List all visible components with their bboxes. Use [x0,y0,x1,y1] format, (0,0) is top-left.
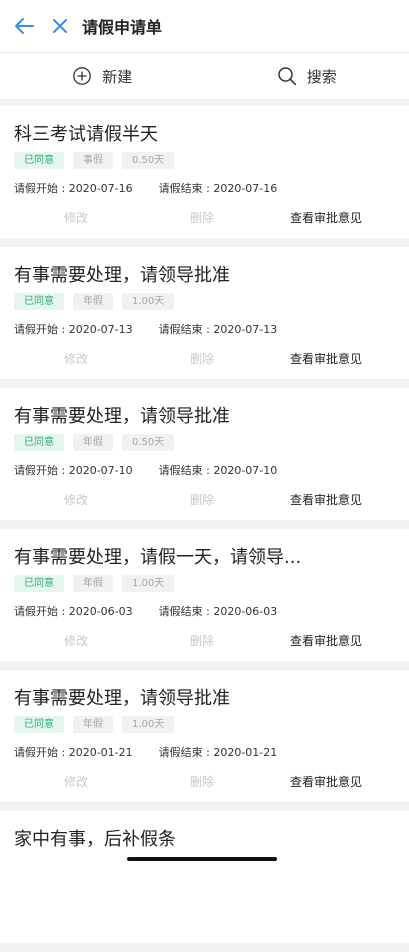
leave-request-card[interactable]: 家中有事，后补假条 [0,811,409,943]
view-approval-button[interactable]: 查看审批意见 [290,773,362,790]
app-header: 请假申请单 [0,0,409,52]
leave-type-badge: 年假 [73,575,113,592]
date-row: 请假开始 : 2020-06-03 请假结束 : 2020-06-03 [14,603,277,619]
status-badge: 已同意 [14,434,64,451]
edit-button[interactable]: 修改 [64,491,88,508]
leave-type-badge: 年假 [73,434,113,451]
back-arrow-icon[interactable] [12,14,36,38]
leave-type-badge: 事假 [73,152,113,169]
end-date: 请假结束 : 2020-07-16 [159,180,278,196]
status-badge: 已同意 [14,152,64,169]
edit-button[interactable]: 修改 [64,632,88,649]
tag-row: 已同意 年假 0.50天 [14,434,183,451]
request-title: 有事需要处理，请假一天，请领导... [14,543,301,569]
duration-badge: 0.50天 [122,152,174,169]
action-row: 修改 删除 查看审批意见 [0,209,409,229]
new-button-label: 新建 [102,66,132,87]
leave-request-card[interactable]: 科三考试请假半天 已同意 事假 0.50天 请假开始 : 2020-07-16 … [0,106,409,238]
leave-request-card[interactable]: 有事需要处理，请假一天，请领导... 已同意 年假 1.00天 请假开始 : 2… [0,529,409,661]
date-row: 请假开始 : 2020-07-10 请假结束 : 2020-07-10 [14,462,277,478]
delete-button[interactable]: 删除 [190,350,214,367]
leave-request-list: 科三考试请假半天 已同意 事假 0.50天 请假开始 : 2020-07-16 … [0,106,409,952]
new-button[interactable]: 新建 [0,66,205,87]
edit-button[interactable]: 修改 [64,773,88,790]
view-approval-button[interactable]: 查看审批意见 [290,350,362,367]
action-row: 修改 删除 查看审批意见 [0,491,409,511]
leave-type-badge: 年假 [73,293,113,310]
delete-button[interactable]: 删除 [190,209,214,226]
date-row: 请假开始 : 2020-01-21 请假结束 : 2020-01-21 [14,744,277,760]
delete-button[interactable]: 删除 [190,773,214,790]
view-approval-button[interactable]: 查看审批意见 [290,632,362,649]
tag-row: 已同意 年假 1.00天 [14,293,183,310]
request-title: 有事需要处理，请领导批准 [14,684,230,710]
toolbar: 新建 搜索 [0,52,409,99]
start-date: 请假开始 : 2020-07-10 [14,462,133,478]
end-date: 请假结束 : 2020-01-21 [159,744,278,760]
leave-request-card[interactable]: 有事需要处理，请领导批准 已同意 年假 0.50天 请假开始 : 2020-07… [0,388,409,520]
duration-badge: 1.00天 [122,716,174,733]
action-row: 修改 删除 查看审批意见 [0,350,409,370]
date-row: 请假开始 : 2020-07-16 请假结束 : 2020-07-16 [14,180,277,196]
action-row: 修改 删除 查看审批意见 [0,773,409,793]
edit-button[interactable]: 修改 [64,209,88,226]
date-row: 请假开始 : 2020-07-13 请假结束 : 2020-07-13 [14,321,277,337]
edit-button[interactable]: 修改 [64,350,88,367]
tag-row: 已同意 年假 1.00天 [14,575,183,592]
close-icon[interactable] [50,16,70,36]
view-approval-button[interactable]: 查看审批意见 [290,209,362,226]
search-button[interactable]: 搜索 [205,66,409,87]
home-indicator [127,857,277,861]
delete-button[interactable]: 删除 [190,491,214,508]
plus-circle-icon [72,66,92,86]
action-row: 修改 删除 查看审批意见 [0,632,409,652]
request-title: 科三考试请假半天 [14,120,158,146]
search-icon [277,66,297,86]
end-date: 请假结束 : 2020-07-10 [159,462,278,478]
duration-badge: 1.00天 [122,293,174,310]
delete-button[interactable]: 删除 [190,632,214,649]
status-badge: 已同意 [14,575,64,592]
leave-request-card[interactable]: 有事需要处理，请领导批准 已同意 年假 1.00天 请假开始 : 2020-01… [0,670,409,802]
status-badge: 已同意 [14,716,64,733]
start-date: 请假开始 : 2020-06-03 [14,603,133,619]
request-title: 有事需要处理，请领导批准 [14,402,230,428]
search-button-label: 搜索 [307,66,337,87]
leave-request-card[interactable]: 有事需要处理，请领导批准 已同意 年假 1.00天 请假开始 : 2020-07… [0,247,409,379]
leave-type-badge: 年假 [73,716,113,733]
start-date: 请假开始 : 2020-07-16 [14,180,133,196]
duration-badge: 0.50天 [122,434,174,451]
status-badge: 已同意 [14,293,64,310]
tag-row: 已同意 事假 0.50天 [14,152,183,169]
end-date: 请假结束 : 2020-06-03 [159,603,278,619]
start-date: 请假开始 : 2020-07-13 [14,321,133,337]
start-date: 请假开始 : 2020-01-21 [14,744,133,760]
duration-badge: 1.00天 [122,575,174,592]
tag-row: 已同意 年假 1.00天 [14,716,183,733]
request-title: 有事需要处理，请领导批准 [14,261,230,287]
view-approval-button[interactable]: 查看审批意见 [290,491,362,508]
request-title: 家中有事，后补假条 [14,825,176,851]
end-date: 请假结束 : 2020-07-13 [159,321,278,337]
page-title: 请假申请单 [82,14,162,38]
